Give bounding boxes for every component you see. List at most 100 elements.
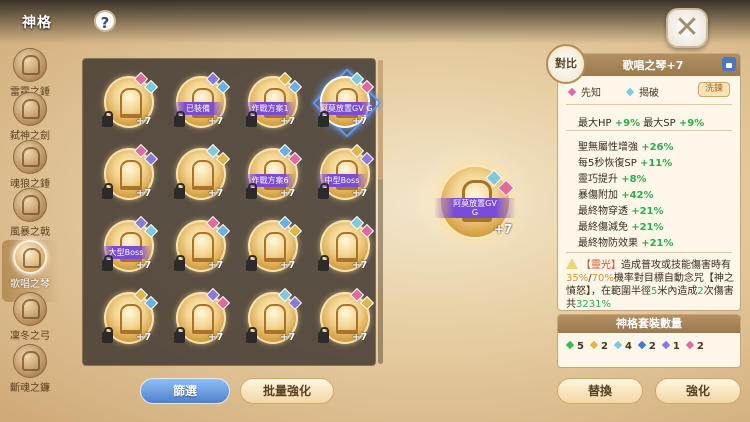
sidebar-item[interactable]: 歌唱之琴 <box>6 240 54 292</box>
stat-value: +42% <box>621 190 654 201</box>
stat-row: 靈巧提升 +8% <box>578 170 647 185</box>
lock-icon <box>174 255 185 271</box>
lock-icon <box>318 111 329 127</box>
card-slot[interactable]: +7 <box>98 70 160 132</box>
desc-value: 3231% <box>576 299 611 310</box>
hp-label: 最大HP <box>578 118 612 129</box>
weapon-icon <box>13 240 47 274</box>
card-slot[interactable]: +7 <box>242 214 304 276</box>
set-count-item: 4 <box>612 339 632 352</box>
set-count-value: 2 <box>648 341 656 352</box>
replace-button[interactable]: 替換 <box>557 378 643 404</box>
set-count-value: 4 <box>624 341 632 352</box>
card-slot[interactable]: +7 <box>98 286 160 348</box>
weapon-icon <box>13 344 47 378</box>
card-slot[interactable]: +7 <box>98 142 160 204</box>
card-slot[interactable]: 作戰方案1 +7 <box>242 70 304 132</box>
diamond-icon <box>588 339 600 351</box>
lock-icon <box>318 327 329 343</box>
lock-icon <box>318 183 329 199</box>
set-count-value: 5 <box>577 341 584 352</box>
divider <box>566 104 732 105</box>
skill-label: 揭破 <box>639 88 659 99</box>
skill-description: 【靈光】造成普攻或技能傷害時有35%/70%機率對目標自動念咒【神之憤怒】，在範… <box>566 258 736 311</box>
card-slot[interactable]: 已裝備 +7 <box>170 70 232 132</box>
card-slot[interactable]: +7 <box>314 214 376 276</box>
stat-row: 最終傷減免 +21% <box>578 218 664 233</box>
card-slot[interactable]: 中型Boss +7 <box>314 142 376 204</box>
lock-icon <box>102 111 113 127</box>
set-count-item: 2 <box>684 339 704 352</box>
stat-value: +21% <box>631 222 664 233</box>
desc-text: 米內造成 <box>657 286 698 297</box>
card-slot[interactable]: +7 <box>170 142 232 204</box>
divider <box>566 252 732 253</box>
batch-enhance-button[interactable]: 批量強化 <box>240 378 334 404</box>
grid-scrollbar-thumb[interactable] <box>378 60 383 180</box>
card-slot[interactable]: 大型Boss +7 <box>98 214 160 276</box>
card-level: +7 <box>280 332 296 343</box>
preview-level: +7 <box>494 222 513 236</box>
card-level: +7 <box>352 188 368 199</box>
set-count-value: 2 <box>696 341 704 352</box>
card-name: 歌唱之琴+7 <box>622 59 684 72</box>
close-button[interactable]: ✕ <box>666 8 708 48</box>
weapon-icon <box>13 188 47 222</box>
card-slot[interactable]: +7 <box>242 286 304 348</box>
lock-icon <box>246 111 257 127</box>
card-level: +7 <box>352 260 368 271</box>
stat-value: +8% <box>621 174 647 185</box>
help-button[interactable]: ? <box>94 10 116 32</box>
preview-tag-line1: 阿莫放置GV <box>453 199 497 208</box>
set-count-item: 2 <box>588 339 608 352</box>
card-slot[interactable]: +7 <box>314 286 376 348</box>
sidebar-item[interactable]: 弑神之劍 <box>6 92 54 144</box>
enhance-button[interactable]: 強化 <box>655 378 741 404</box>
stat-label: 靈巧提升 <box>578 174 618 185</box>
card-level: +7 <box>136 332 152 343</box>
sidebar-item[interactable]: 凜冬之弓 <box>6 292 54 344</box>
card-slot[interactable]: +7 <box>170 214 232 276</box>
card-level: +7 <box>136 116 152 127</box>
set-count-value: 1 <box>672 341 680 352</box>
set-count-item: 5 <box>564 339 584 352</box>
stat-value: +21% <box>631 206 664 217</box>
lock-icon[interactable] <box>722 57 736 71</box>
diamond-icon <box>564 339 576 351</box>
set-count-value: 2 <box>600 341 608 352</box>
card-slot[interactable]: 阿莫放置GV G +7 <box>314 70 377 132</box>
desc-value: 70% <box>591 273 614 284</box>
set-count-row: 5 2 4 2 1 2 <box>564 339 710 352</box>
card-slot[interactable]: 作戰方案6 +7 <box>242 142 304 204</box>
set-count-panel: 神格套裝數量 5 2 4 2 1 2 <box>557 314 741 368</box>
sidebar-item[interactable]: 魂狼之錘 <box>6 140 54 192</box>
lock-icon <box>174 327 185 343</box>
hp-value: +9% <box>614 118 641 129</box>
weapon-icon <box>13 292 47 326</box>
stat-value: +11% <box>639 158 673 169</box>
desc-keyword: 【靈光】 <box>581 260 621 271</box>
stat-label: 最終物防效果 <box>578 238 638 249</box>
set-count-item: 1 <box>660 339 680 352</box>
card-slot[interactable]: +7 <box>170 286 232 348</box>
sidebar-item-label: 凜冬之弓 <box>10 331 50 342</box>
card-level: +7 <box>208 116 224 127</box>
card-level: +7 <box>280 260 296 271</box>
lock-icon <box>318 255 329 271</box>
sidebar-item-label: 風暴之戟 <box>10 227 50 238</box>
main-stats: 最大HP +9% 最大SP +9% <box>578 114 704 129</box>
stat-label: 聖無屬性增強 <box>578 142 638 153</box>
compare-button[interactable]: 對比 <box>546 44 586 84</box>
stat-row: 最終物防效果 +21% <box>578 234 674 249</box>
stat-value: +26% <box>641 142 674 153</box>
sidebar-item[interactable]: 風暴之戟 <box>6 188 54 240</box>
reforge-button[interactable]: 洗鍊 <box>698 82 730 97</box>
card-level: +7 <box>136 188 152 199</box>
card-level: +7 <box>208 332 224 343</box>
sidebar-item[interactable]: 斷魂之鐮 <box>6 344 54 396</box>
skill-1: 先知 <box>566 84 601 99</box>
sp-label: 最大SP <box>643 118 676 129</box>
filter-button[interactable]: 篩選 <box>140 378 230 404</box>
preview-tag: 阿莫放置GV G <box>434 198 516 218</box>
stat-label: 暴傷附加 <box>578 190 618 201</box>
